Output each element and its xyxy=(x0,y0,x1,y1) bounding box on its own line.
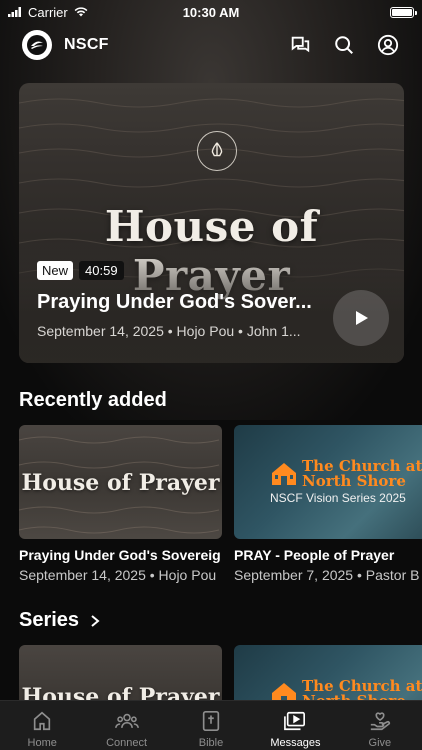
profile-icon[interactable] xyxy=(376,33,400,57)
tab-label: Home xyxy=(27,737,57,749)
series-heading: Series xyxy=(19,609,80,631)
tab-bible[interactable]: Bible xyxy=(169,701,253,750)
message-meta: September 7, 2025 • Pastor B xyxy=(234,567,420,583)
hero-message-meta: September 14, 2025 • Hojo Pou • John 1..… xyxy=(37,323,301,339)
thumbnail-artwork-title: House of Prayer xyxy=(21,470,220,496)
duration-badge: 40:59 xyxy=(79,261,124,280)
bible-icon xyxy=(199,709,223,733)
play-icon xyxy=(356,311,368,325)
tab-messages[interactable]: Messages xyxy=(253,701,337,750)
recently-added-row[interactable]: House of Prayer Praying Under God's Sove… xyxy=(19,425,422,583)
messages-icon xyxy=(283,709,307,733)
chevron-right-icon xyxy=(91,614,100,627)
featured-message-card[interactable]: House of Prayer New 40:59 Praying Under … xyxy=(19,83,404,363)
message-title: PRAY - People of Prayer xyxy=(234,547,395,563)
tab-label: Give xyxy=(368,737,392,749)
search-icon[interactable] xyxy=(332,33,356,57)
signal-icon xyxy=(8,5,22,20)
tab-label: Connect xyxy=(106,737,148,749)
hero-message-title: Praying Under God's Sover... xyxy=(37,291,312,313)
people-icon xyxy=(114,709,139,733)
wifi-icon xyxy=(74,5,88,20)
app-header: NSCF xyxy=(0,28,422,62)
praying-hands-icon xyxy=(197,131,237,171)
give-icon xyxy=(368,709,392,733)
church-name-line2: North Shore xyxy=(302,472,406,490)
church-building-icon xyxy=(272,463,296,485)
home-icon xyxy=(30,709,54,733)
tab-give[interactable]: Give xyxy=(338,701,422,750)
tab-label: Bible xyxy=(198,737,224,749)
church-logo: The Church at North Shore xyxy=(270,459,422,489)
tab-label: Messages xyxy=(270,737,321,749)
tab-bar: Home Connect Bible Messages Give xyxy=(0,700,422,750)
status-bar: Carrier 10:30 AM xyxy=(0,0,422,24)
play-button[interactable] xyxy=(333,290,389,346)
battery-icon xyxy=(390,6,417,18)
message-card[interactable]: House of Prayer Praying Under God's Sove… xyxy=(19,425,222,583)
recently-added-heading: Recently added xyxy=(19,389,167,411)
message-title: Praying Under God's Sovereig xyxy=(19,547,221,563)
message-thumbnail: House of Prayer xyxy=(19,425,222,539)
message-card[interactable]: The Church at North Shore NSCF Vision Se… xyxy=(234,425,422,583)
nscf-logo[interactable] xyxy=(22,30,52,60)
tab-connect[interactable]: Connect xyxy=(84,701,168,750)
chat-icon[interactable] xyxy=(288,33,312,57)
message-thumbnail: The Church at North Shore NSCF Vision Se… xyxy=(234,425,422,539)
series-heading-link[interactable]: Series xyxy=(19,609,101,632)
series-subtitle: NSCF Vision Series 2025 xyxy=(270,491,406,505)
carrier-label: Carrier xyxy=(28,4,68,20)
message-meta: September 14, 2025 • Hojo Pou xyxy=(19,567,217,583)
tab-home[interactable]: Home xyxy=(0,701,84,750)
new-badge: New xyxy=(37,261,74,280)
brand-name: NSCF xyxy=(64,36,109,53)
